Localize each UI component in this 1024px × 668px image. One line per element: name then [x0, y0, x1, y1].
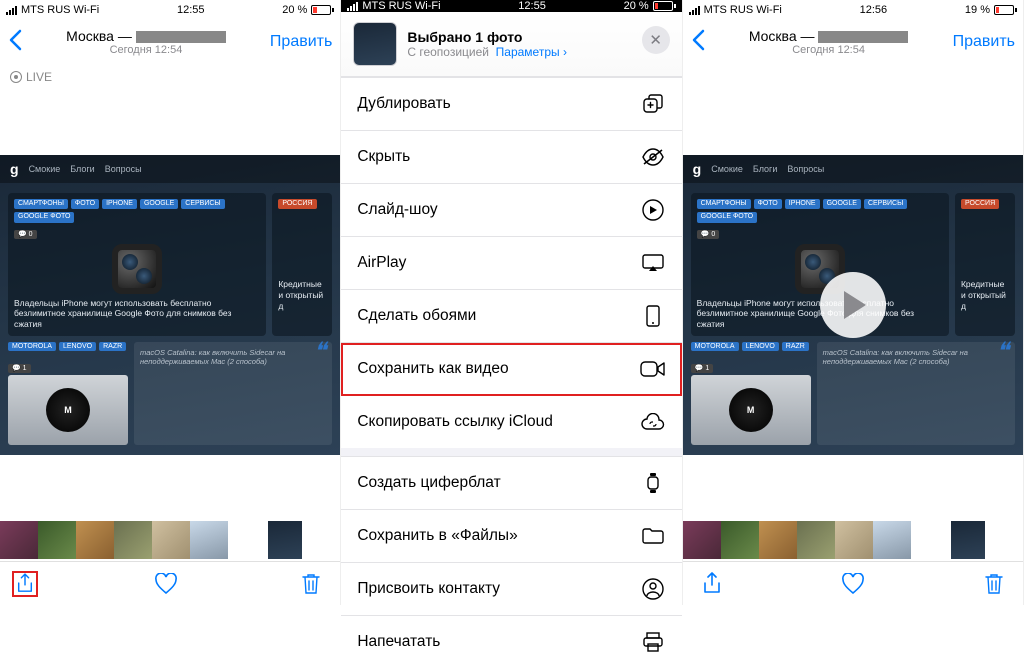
thumbnail[interactable] — [835, 521, 873, 559]
signal-icon — [689, 5, 700, 15]
thumbnail-selected[interactable] — [949, 521, 987, 559]
thumbnail[interactable] — [0, 521, 38, 559]
edit-button[interactable]: Править — [270, 33, 332, 51]
phone-middle: MTS RUS Wi-Fi 12:55 20 % Выбрано 1 фото … — [341, 0, 682, 605]
sheet-subtitle: С геопозицией Параметры › — [407, 45, 567, 59]
status-bar: MTS RUS Wi-Fi 12:56 19 % — [683, 0, 1023, 20]
airplay-icon — [640, 250, 666, 276]
thumbnail[interactable] — [721, 521, 759, 559]
photo-viewer[interactable]: g Смокие Блоги Вопросы СМАРТФОНЫ ФОТО IP… — [0, 90, 340, 519]
thumbnail[interactable] — [190, 521, 228, 559]
video-icon — [640, 356, 666, 382]
back-button[interactable] — [8, 26, 22, 58]
contact-icon — [640, 576, 666, 602]
print-icon — [640, 629, 666, 655]
live-badge: LIVE — [0, 64, 340, 90]
edit-button[interactable]: Править — [953, 33, 1015, 51]
nav-subtitle: Сегодня 12:54 — [705, 44, 953, 56]
share-button[interactable] — [12, 571, 38, 597]
photo-content: g Смокие Блоги Вопросы СМАРТФОНЫ ФОТО IP… — [0, 155, 340, 455]
thumbnail[interactable] — [114, 521, 152, 559]
bottom-toolbar — [683, 561, 1023, 605]
action-wallpaper[interactable]: Сделать обоями — [341, 290, 681, 343]
share-sheet: Выбрано 1 фото С геопозицией Параметры ›… — [341, 12, 681, 668]
favorite-button[interactable] — [153, 571, 179, 597]
delete-button[interactable] — [981, 571, 1007, 597]
carrier-label: MTS RUS Wi-Fi — [362, 0, 440, 12]
action-airplay[interactable]: AirPlay — [341, 237, 681, 290]
sheet-thumbnail — [353, 22, 397, 66]
signal-icon — [6, 5, 17, 15]
thumbnail-selected[interactable] — [266, 521, 304, 559]
cloud-icon — [640, 409, 666, 435]
live-icon — [10, 71, 22, 83]
thumbnail[interactable] — [38, 521, 76, 559]
nav-bar: Москва — Сегодня 12:54 Править — [683, 20, 1023, 64]
delete-button[interactable] — [298, 571, 324, 597]
phone-icon — [640, 303, 666, 329]
carrier-label: MTS RUS Wi-Fi — [704, 4, 782, 16]
clock: 12:55 — [177, 4, 205, 16]
play-circle-icon — [640, 197, 666, 223]
favorite-button[interactable] — [840, 571, 866, 597]
thumbnail[interactable] — [683, 521, 721, 559]
nav-title: Москва — — [22, 28, 270, 44]
nav-bar: Москва — Сегодня 12:54 Править — [0, 20, 340, 64]
battery-pct: 19 % — [965, 4, 990, 16]
thumbnail-strip[interactable] — [0, 519, 340, 561]
action-create-watchface[interactable]: Создать циферблат — [341, 457, 681, 510]
tag-row: СМАРТФОНЫ ФОТО IPHONE GOOGLE СЕРВИСЫ GOO… — [14, 199, 260, 224]
action-copy-icloud-link[interactable]: Скопировать ссылку iCloud — [341, 396, 681, 448]
signal-icon — [347, 1, 358, 11]
nav-subtitle: Сегодня 12:54 — [22, 44, 270, 56]
battery-icon — [994, 5, 1017, 15]
folder-icon — [640, 523, 666, 549]
watch-icon — [640, 470, 666, 496]
action-duplicate[interactable]: Дублировать — [341, 78, 681, 131]
back-button[interactable] — [691, 26, 705, 58]
clock: 12:55 — [518, 0, 546, 12]
action-print[interactable]: Напечатать — [341, 616, 681, 668]
action-save-as-video[interactable]: Сохранить как видео — [341, 343, 681, 396]
battery-pct: 20 % — [282, 4, 307, 16]
hide-icon — [640, 144, 666, 170]
bottom-toolbar — [0, 561, 340, 605]
action-hide[interactable]: Скрыть — [341, 131, 681, 184]
action-list-secondary: Создать циферблат Сохранить в «Файлы» Пр… — [341, 456, 681, 668]
action-slideshow[interactable]: Слайд-шоу — [341, 184, 681, 237]
status-bar: MTS RUS Wi-Fi 12:55 20 % — [341, 0, 681, 12]
photo-viewer[interactable]: g Смокие Блоги Вопросы СМАРТФОНЫ ФОТО IP… — [683, 90, 1023, 519]
thumbnail[interactable] — [797, 521, 835, 559]
thumbnail[interactable] — [873, 521, 911, 559]
sheet-header: Выбрано 1 фото С геопозицией Параметры ›… — [341, 12, 681, 77]
action-list: Дублировать Скрыть Слайд-шоу AirPlay — [341, 77, 681, 448]
phone-right: MTS RUS Wi-Fi 12:56 19 % Москва — Сегодн… — [683, 0, 1024, 605]
thumbnail[interactable] — [152, 521, 190, 559]
share-button[interactable] — [699, 571, 725, 597]
clock: 12:56 — [860, 4, 888, 16]
carrier-label: MTS RUS Wi-Fi — [21, 4, 99, 16]
duplicate-icon — [640, 91, 666, 117]
thumbnail[interactable] — [759, 521, 797, 559]
status-bar: MTS RUS Wi-Fi 12:55 20 % — [0, 0, 340, 20]
thumbnail[interactable] — [76, 521, 114, 559]
action-save-to-files[interactable]: Сохранить в «Файлы» — [341, 510, 681, 563]
action-assign-contact[interactable]: Присвоить контакту — [341, 563, 681, 616]
battery-icon — [311, 5, 334, 15]
phone-left: MTS RUS Wi-Fi 12:55 20 % Москва — Сегодн… — [0, 0, 341, 605]
nav-title: Москва — — [705, 28, 953, 44]
battery-icon — [653, 1, 676, 11]
close-button[interactable]: ✕ — [642, 26, 670, 54]
sheet-title: Выбрано 1 фото — [407, 29, 567, 45]
params-link[interactable]: Параметры › — [496, 45, 567, 59]
battery-pct: 20 % — [624, 0, 649, 12]
play-button[interactable] — [820, 272, 886, 338]
thumbnail-strip[interactable] — [683, 519, 1023, 561]
